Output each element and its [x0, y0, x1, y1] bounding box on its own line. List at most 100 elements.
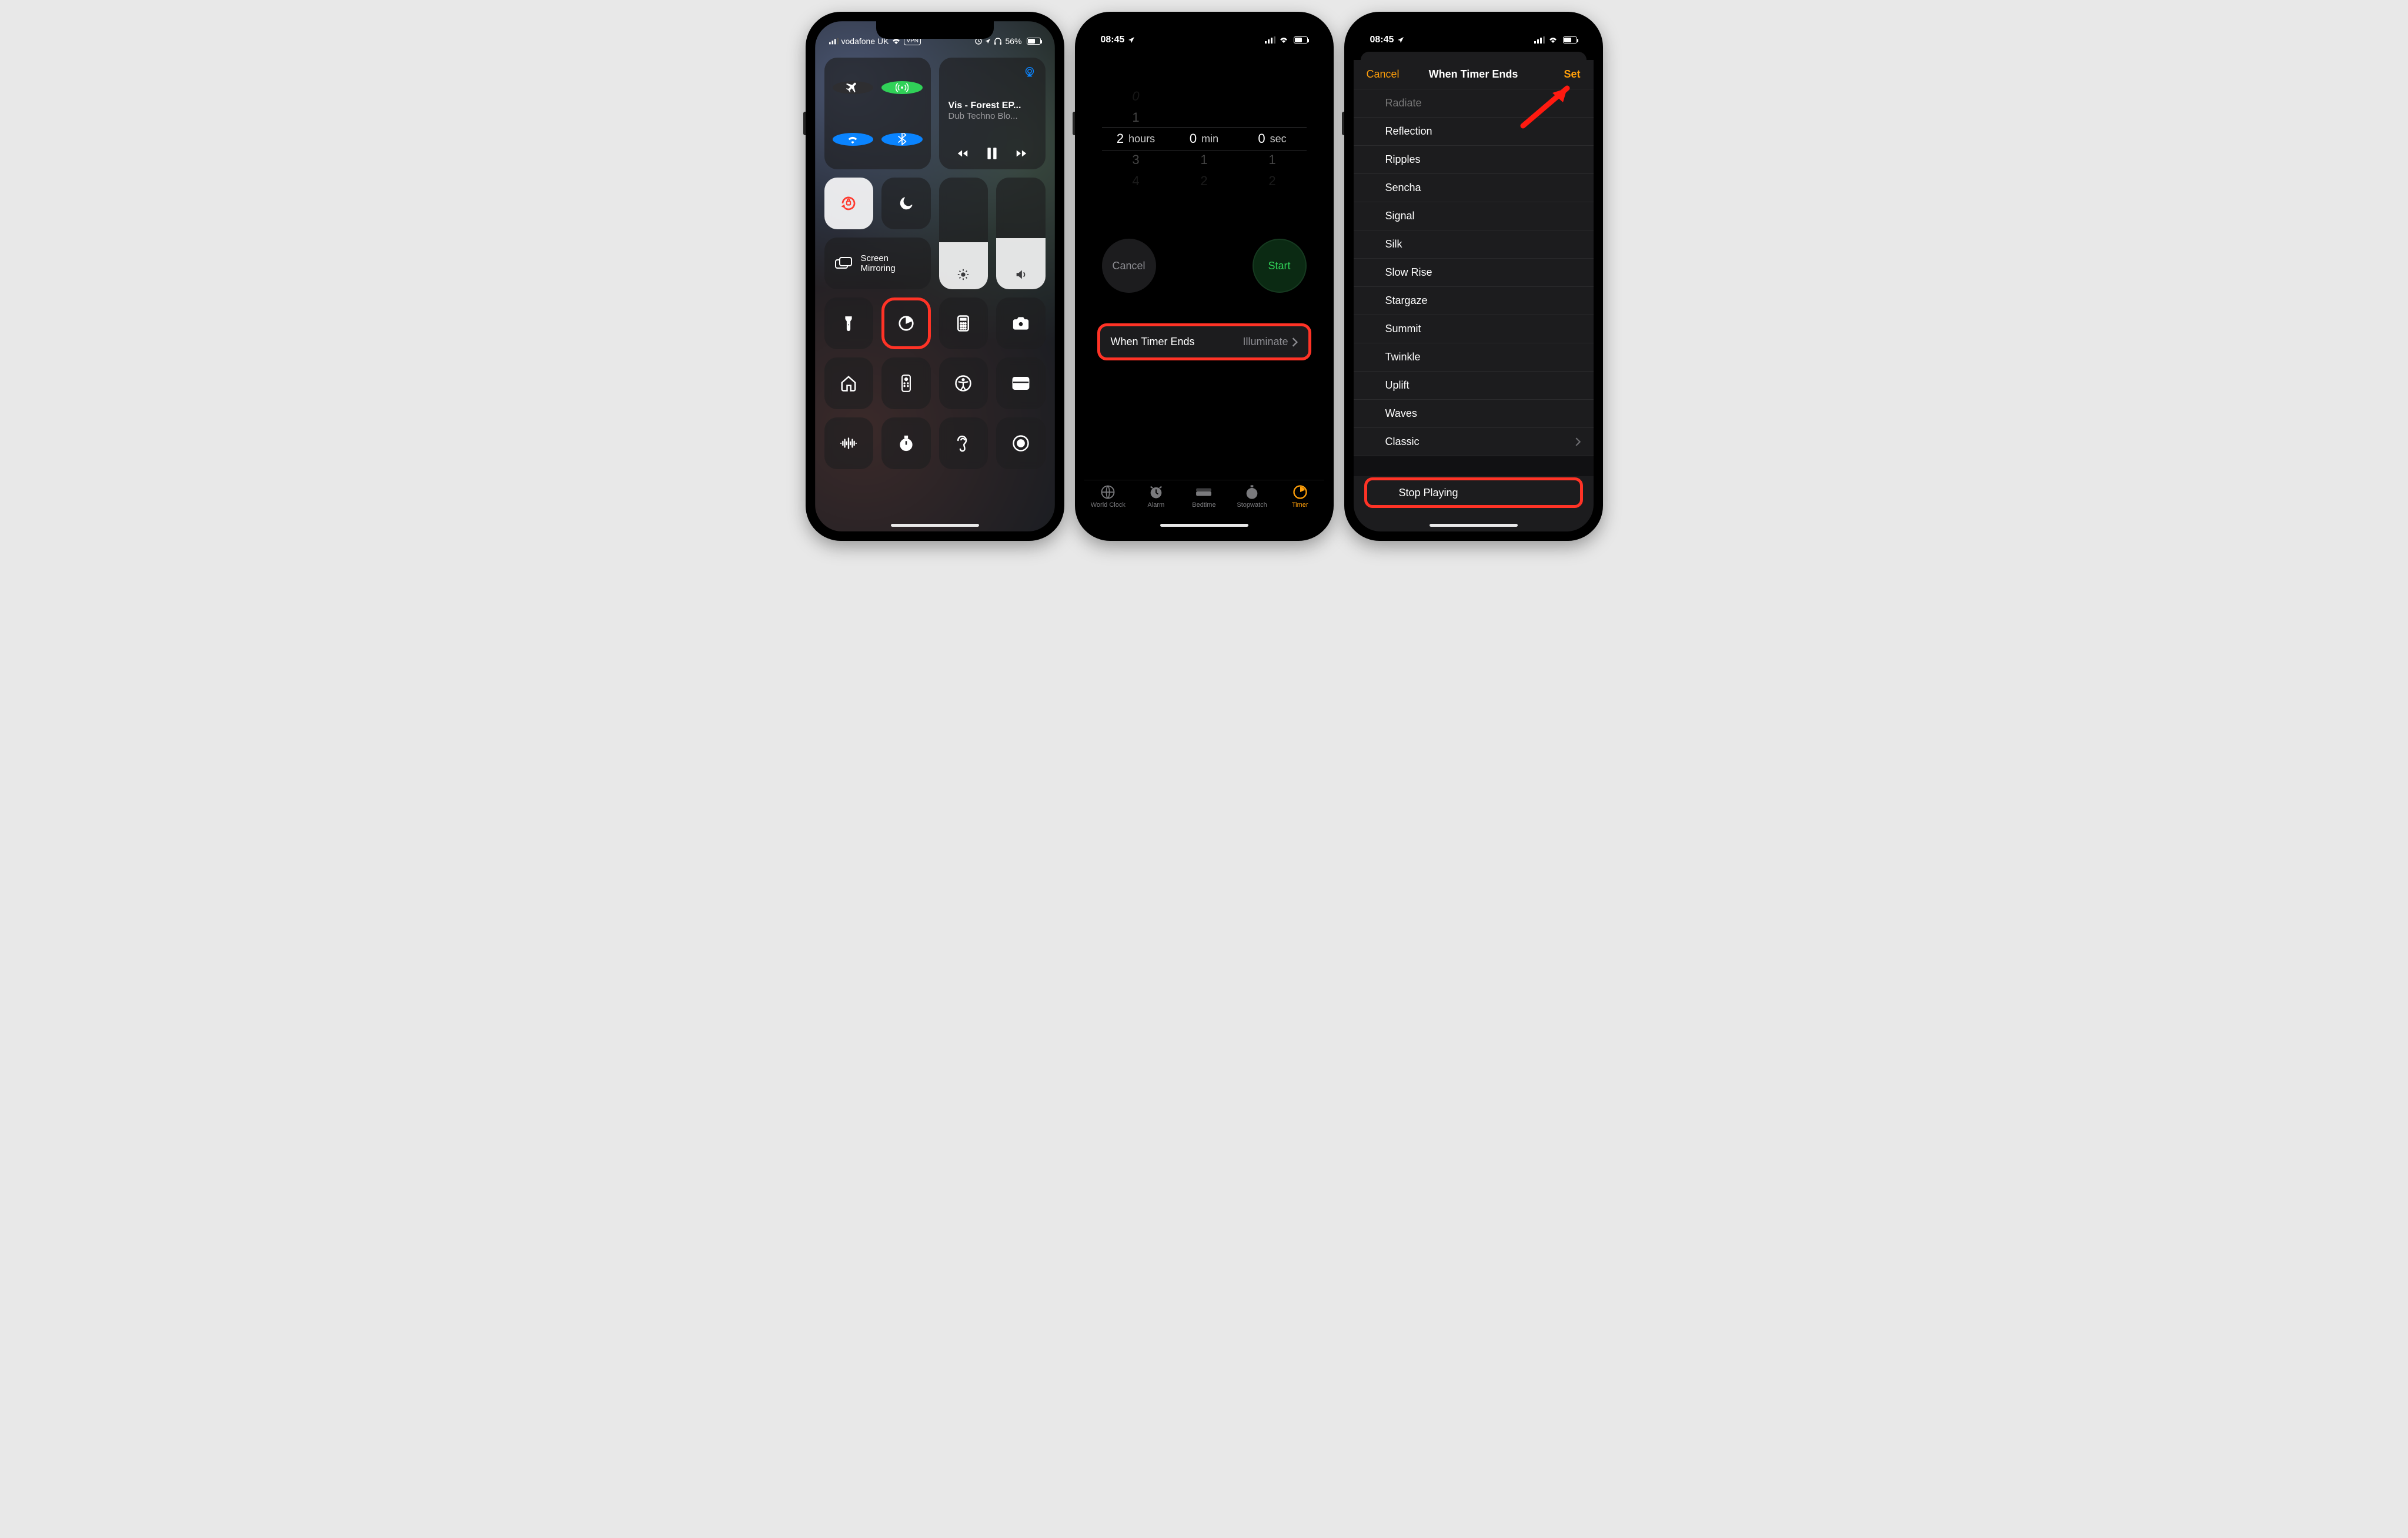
home-indicator[interactable]	[1430, 524, 1518, 527]
set-button[interactable]: Set	[1564, 68, 1580, 81]
cancel-button[interactable]: Cancel	[1367, 68, 1400, 81]
sound-option[interactable]: Sencha	[1354, 174, 1594, 202]
sound-list[interactable]: Radiate Reflection Ripples Sencha Signal…	[1354, 89, 1594, 514]
notch	[1145, 21, 1263, 39]
sound-option[interactable]: Twinkle	[1354, 343, 1594, 372]
stopwatch-icon	[1244, 484, 1260, 500]
moon-icon	[897, 195, 915, 212]
screen-mirroring-button[interactable]: Screen Mirroring	[824, 238, 931, 289]
tab-timer[interactable]: Timer	[1276, 484, 1324, 521]
tab-stopwatch[interactable]: Stopwatch	[1228, 484, 1276, 521]
chevron-right-icon	[1575, 437, 1581, 446]
connectivity-panel[interactable]	[824, 58, 931, 169]
camera-icon	[1012, 315, 1030, 332]
seconds-picker[interactable]: 0sec 1 2	[1238, 86, 1307, 203]
timer-button[interactable]	[881, 297, 931, 349]
tab-world-clock[interactable]: World Clock	[1084, 484, 1133, 521]
pause-button[interactable]	[984, 146, 1000, 161]
sound-option[interactable]: Radiate	[1354, 89, 1594, 118]
cellular-signal-icon	[1534, 36, 1545, 44]
stopwatch-button[interactable]	[881, 417, 931, 469]
sound-option[interactable]: Ripples	[1354, 146, 1594, 174]
screen-recording-button[interactable]	[996, 417, 1046, 469]
battery-icon	[1025, 38, 1041, 45]
modal-sheet-edge	[1361, 52, 1587, 60]
cellular-data-button[interactable]	[881, 81, 923, 94]
previous-track-button[interactable]	[956, 147, 969, 160]
sound-option[interactable]: Reflection	[1354, 118, 1594, 146]
flashlight-icon	[840, 315, 857, 332]
when-timer-ends-label: When Timer Ends	[1111, 336, 1195, 348]
location-arrow-icon	[1397, 36, 1404, 44]
airplay-icon[interactable]	[1023, 66, 1036, 79]
phone-1-frame: vodafone UK VPN 56%	[806, 12, 1064, 541]
sound-option-classic[interactable]: Classic	[1354, 428, 1594, 456]
hearing-button[interactable]	[939, 417, 988, 469]
volume-icon	[1014, 268, 1027, 281]
apple-tv-remote-button[interactable]	[881, 357, 931, 409]
do-not-disturb-button[interactable]	[881, 178, 931, 229]
flashlight-button[interactable]	[824, 297, 874, 349]
bluetooth-button[interactable]	[881, 133, 923, 146]
location-arrow-icon	[985, 38, 991, 45]
phone-2-frame: 08:45 0 1 2hours 3 4 0min 1 2	[1075, 12, 1334, 541]
brightness-slider[interactable]	[939, 178, 988, 289]
home-indicator[interactable]	[891, 524, 979, 527]
accessibility-icon	[954, 375, 972, 392]
timer-icon	[897, 315, 915, 332]
notch	[876, 21, 994, 39]
home-button[interactable]	[824, 357, 874, 409]
tab-bedtime[interactable]: Bedtime	[1180, 484, 1228, 521]
voice-memos-button[interactable]	[824, 417, 874, 469]
wifi-button[interactable]	[833, 133, 874, 146]
camera-button[interactable]	[996, 297, 1046, 349]
airplane-icon	[846, 81, 859, 94]
minutes-picker[interactable]: 0min 1 2	[1170, 86, 1238, 203]
when-timer-ends-row[interactable]: When Timer Ends Illuminate	[1097, 323, 1311, 360]
alarm-icon	[1148, 484, 1164, 500]
volume-slider[interactable]	[996, 178, 1046, 289]
calculator-button[interactable]	[939, 297, 988, 349]
chevron-right-icon	[1292, 337, 1298, 347]
brightness-icon	[957, 268, 970, 281]
screen-mirroring-icon	[835, 255, 853, 272]
globe-icon	[1100, 484, 1116, 500]
modal-toolbar: Cancel When Timer Ends Set	[1354, 60, 1594, 89]
stop-playing-row[interactable]: Stop Playing	[1364, 477, 1583, 508]
control-center-screen: vodafone UK VPN 56%	[815, 21, 1055, 531]
bluetooth-icon	[896, 133, 909, 146]
wifi-icon	[846, 133, 859, 146]
sound-option[interactable]: Silk	[1354, 230, 1594, 259]
stop-playing-label: Stop Playing	[1399, 487, 1458, 499]
start-button[interactable]: Start	[1253, 239, 1307, 293]
sound-option[interactable]: Signal	[1354, 202, 1594, 230]
home-icon	[840, 375, 857, 392]
hours-picker[interactable]: 0 1 2hours 3 4	[1102, 86, 1170, 203]
sound-option[interactable]: Summit	[1354, 315, 1594, 343]
sound-option[interactable]: Uplift	[1354, 372, 1594, 400]
cellular-signal-icon	[1265, 36, 1275, 44]
tab-alarm[interactable]: Alarm	[1132, 484, 1180, 521]
wallet-button[interactable]	[996, 357, 1046, 409]
orientation-lock-button[interactable]	[824, 178, 874, 229]
list-spacer	[1354, 456, 1594, 476]
screen-mirroring-label: Screen Mirroring	[861, 253, 896, 274]
next-track-button[interactable]	[1015, 147, 1028, 160]
sound-option[interactable]: Stargaze	[1354, 287, 1594, 315]
notch	[1415, 21, 1532, 39]
rotation-lock-icon	[840, 195, 857, 212]
media-title: Vis - Forest EP...	[948, 101, 1036, 111]
now-playing-panel[interactable]: Vis - Forest EP... Dub Techno Blo...	[939, 58, 1046, 169]
battery-percent: 56%	[1005, 36, 1021, 46]
airplane-mode-button[interactable]	[833, 81, 874, 94]
antenna-icon	[896, 81, 909, 94]
home-indicator[interactable]	[1160, 524, 1248, 527]
accessibility-button[interactable]	[939, 357, 988, 409]
phone-3-frame: 08:45 Cancel When Timer Ends Set Radiate…	[1344, 12, 1603, 541]
cancel-button[interactable]: Cancel	[1102, 239, 1156, 293]
remote-icon	[900, 375, 912, 392]
wifi-icon	[1279, 36, 1288, 44]
duration-picker[interactable]: 0 1 2hours 3 4 0min 1 2 0sec 1 2	[1102, 86, 1307, 203]
sound-option[interactable]: Waves	[1354, 400, 1594, 428]
sound-option[interactable]: Slow Rise	[1354, 259, 1594, 287]
